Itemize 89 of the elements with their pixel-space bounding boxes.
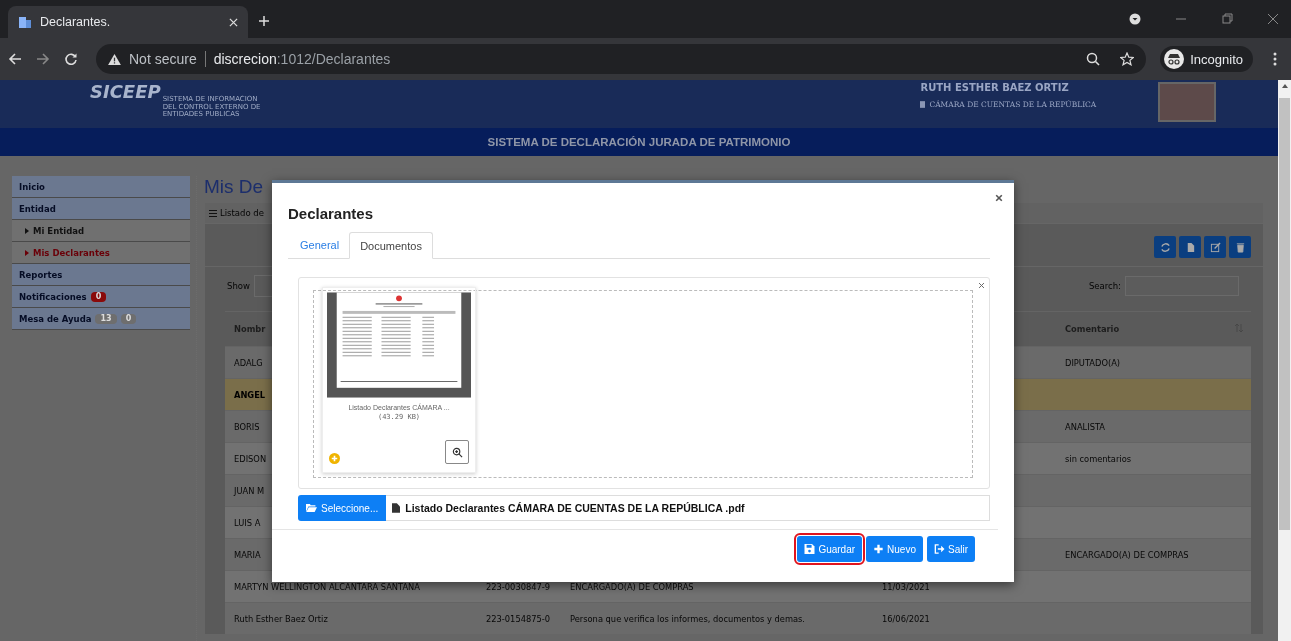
table-cell: MARTYN WELLINGTON ALCANTARA SANTANA [234,581,420,592]
trash-icon [1234,241,1246,253]
list-icon [209,209,217,217]
count-badge: 13 [95,313,117,324]
browser-tab[interactable]: Declarantes. [8,6,248,38]
dialog-title: Declarantes [288,205,375,222]
save-icon [804,544,816,554]
security-label: Not secure [129,51,197,67]
sidebar-item[interactable]: Mesa de Ayuda 13 0 [12,308,190,330]
refresh-button[interactable] [1154,236,1176,258]
table-cell: ADALG [234,357,263,368]
zoom-in-icon [451,446,463,458]
restore-icon[interactable] [1221,13,1233,25]
folder-icon [306,503,317,513]
table-cell: 223-0154875-0 [486,613,551,624]
sign-out-icon [934,544,945,554]
logo: SICEEP [90,82,161,102]
table-cell: sin comentarios [1065,453,1132,464]
edit-icon [1209,241,1221,253]
file-name-field[interactable]: Listado Declarantes CÁMARA DE CUENTAS DE LA REPÚBLICA .pdf [386,495,990,521]
exit-button[interactable]: Salir [927,536,975,562]
sidebar-item[interactable]: Mi Entidad [12,220,190,242]
table-cell: BORIS [234,421,260,432]
table-cell: Ruth Esther Baez Ortiz [234,613,328,624]
building-icon [920,101,926,108]
table-cell: ANGEL [234,389,266,400]
column-header[interactable]: Nombr [234,324,266,334]
zoom-icon[interactable] [1086,52,1101,66]
table-cell: 16/06/2021 [882,613,930,624]
table-cell: MARIA [234,549,261,560]
address-bar[interactable]: Not secure discrecion:1012/Declarantes [96,44,1147,74]
sidebar-item[interactable]: Reportes [12,264,190,286]
building-icon [18,15,32,29]
count-badge: 0 [120,313,137,324]
file-icon [392,503,401,513]
caret-icon [25,249,29,256]
photo-placeholder [1158,82,1217,122]
close-icon[interactable] [995,194,1003,202]
sidebar-item[interactable]: Inicio [12,176,190,198]
new-document-button[interactable] [1179,236,1201,258]
caret-icon [25,227,29,234]
show-label: Show [227,281,250,291]
save-button[interactable]: Guardar [797,536,863,562]
sidebar-item[interactable]: Entidad [12,198,190,220]
sidebar-item[interactable]: Notificaciones 0 [12,286,190,308]
new-tab-icon[interactable] [258,15,270,27]
close-icon[interactable] [1267,13,1279,25]
profile-menu-icon[interactable] [1129,13,1141,25]
refresh-icon [1159,241,1171,253]
edit-button[interactable] [1204,236,1226,258]
url-text: discrecion:1012/Declarantes [213,51,391,67]
table-cell: ENCARGADO(A) DE COMPRAS [570,581,694,592]
panel-title: Listado de [220,208,264,218]
user-name: RUTH ESTHER BAEZ ORTIZ [920,82,1070,94]
search-label: Search: [1088,281,1121,291]
remove-icon[interactable] [978,282,985,289]
dialog-tab[interactable]: General [290,232,350,258]
zoom-button[interactable] [445,440,469,464]
menu-icon[interactable] [1273,52,1277,66]
system-banner: SISTEMA DE DECLARACIÓN JURADA DE PATRIMONIO [0,128,1278,156]
reload-icon[interactable] [64,52,78,66]
scroll-up-icon[interactable] [1281,84,1288,88]
table-cell: 11/03/2021 [882,581,930,592]
incognito-icon [1164,49,1185,69]
tab-title: Declarantes. [40,15,112,29]
star-icon[interactable] [1120,52,1135,66]
table-cell: ANALISTA [1065,421,1105,432]
table-cell: EDISON [234,453,267,464]
table-cell: 223-0030847-9 [486,581,551,592]
sidebar-item[interactable]: Mis Declarantes [12,242,190,264]
count-badge: 0 [90,291,107,302]
page-title: Mis De [204,176,265,198]
delete-button[interactable] [1229,236,1251,258]
warning-icon [108,53,121,65]
new-button[interactable]: Nuevo [866,536,923,562]
table-cell: Persona que verifica los informes, documentos y demas. [570,613,805,624]
column-header[interactable]: Comentario [1065,324,1120,334]
table-cell: DIPUTADO(A) [1065,357,1121,368]
incognito-button[interactable]: Incognito [1160,46,1253,72]
plus-icon [873,544,885,554]
table-cell: ENCARGADO(A) DE COMPRAS [1065,549,1189,560]
select-file-button[interactable]: Seleccione... [298,495,387,521]
back-icon[interactable] [8,52,22,66]
dialog-tab[interactable]: Documentos [349,232,433,259]
table-cell: LUIS A [234,517,261,528]
table-cell: JUAN M [234,485,265,496]
table-row[interactable]: Ruth Esther Baez Ortiz 223-0154875-0 Persona que verifica los informes, documentos y demas. 16/06/2021 [225,602,1251,634]
scrollbar[interactable] [1278,80,1291,641]
forward-icon[interactable] [36,52,50,66]
